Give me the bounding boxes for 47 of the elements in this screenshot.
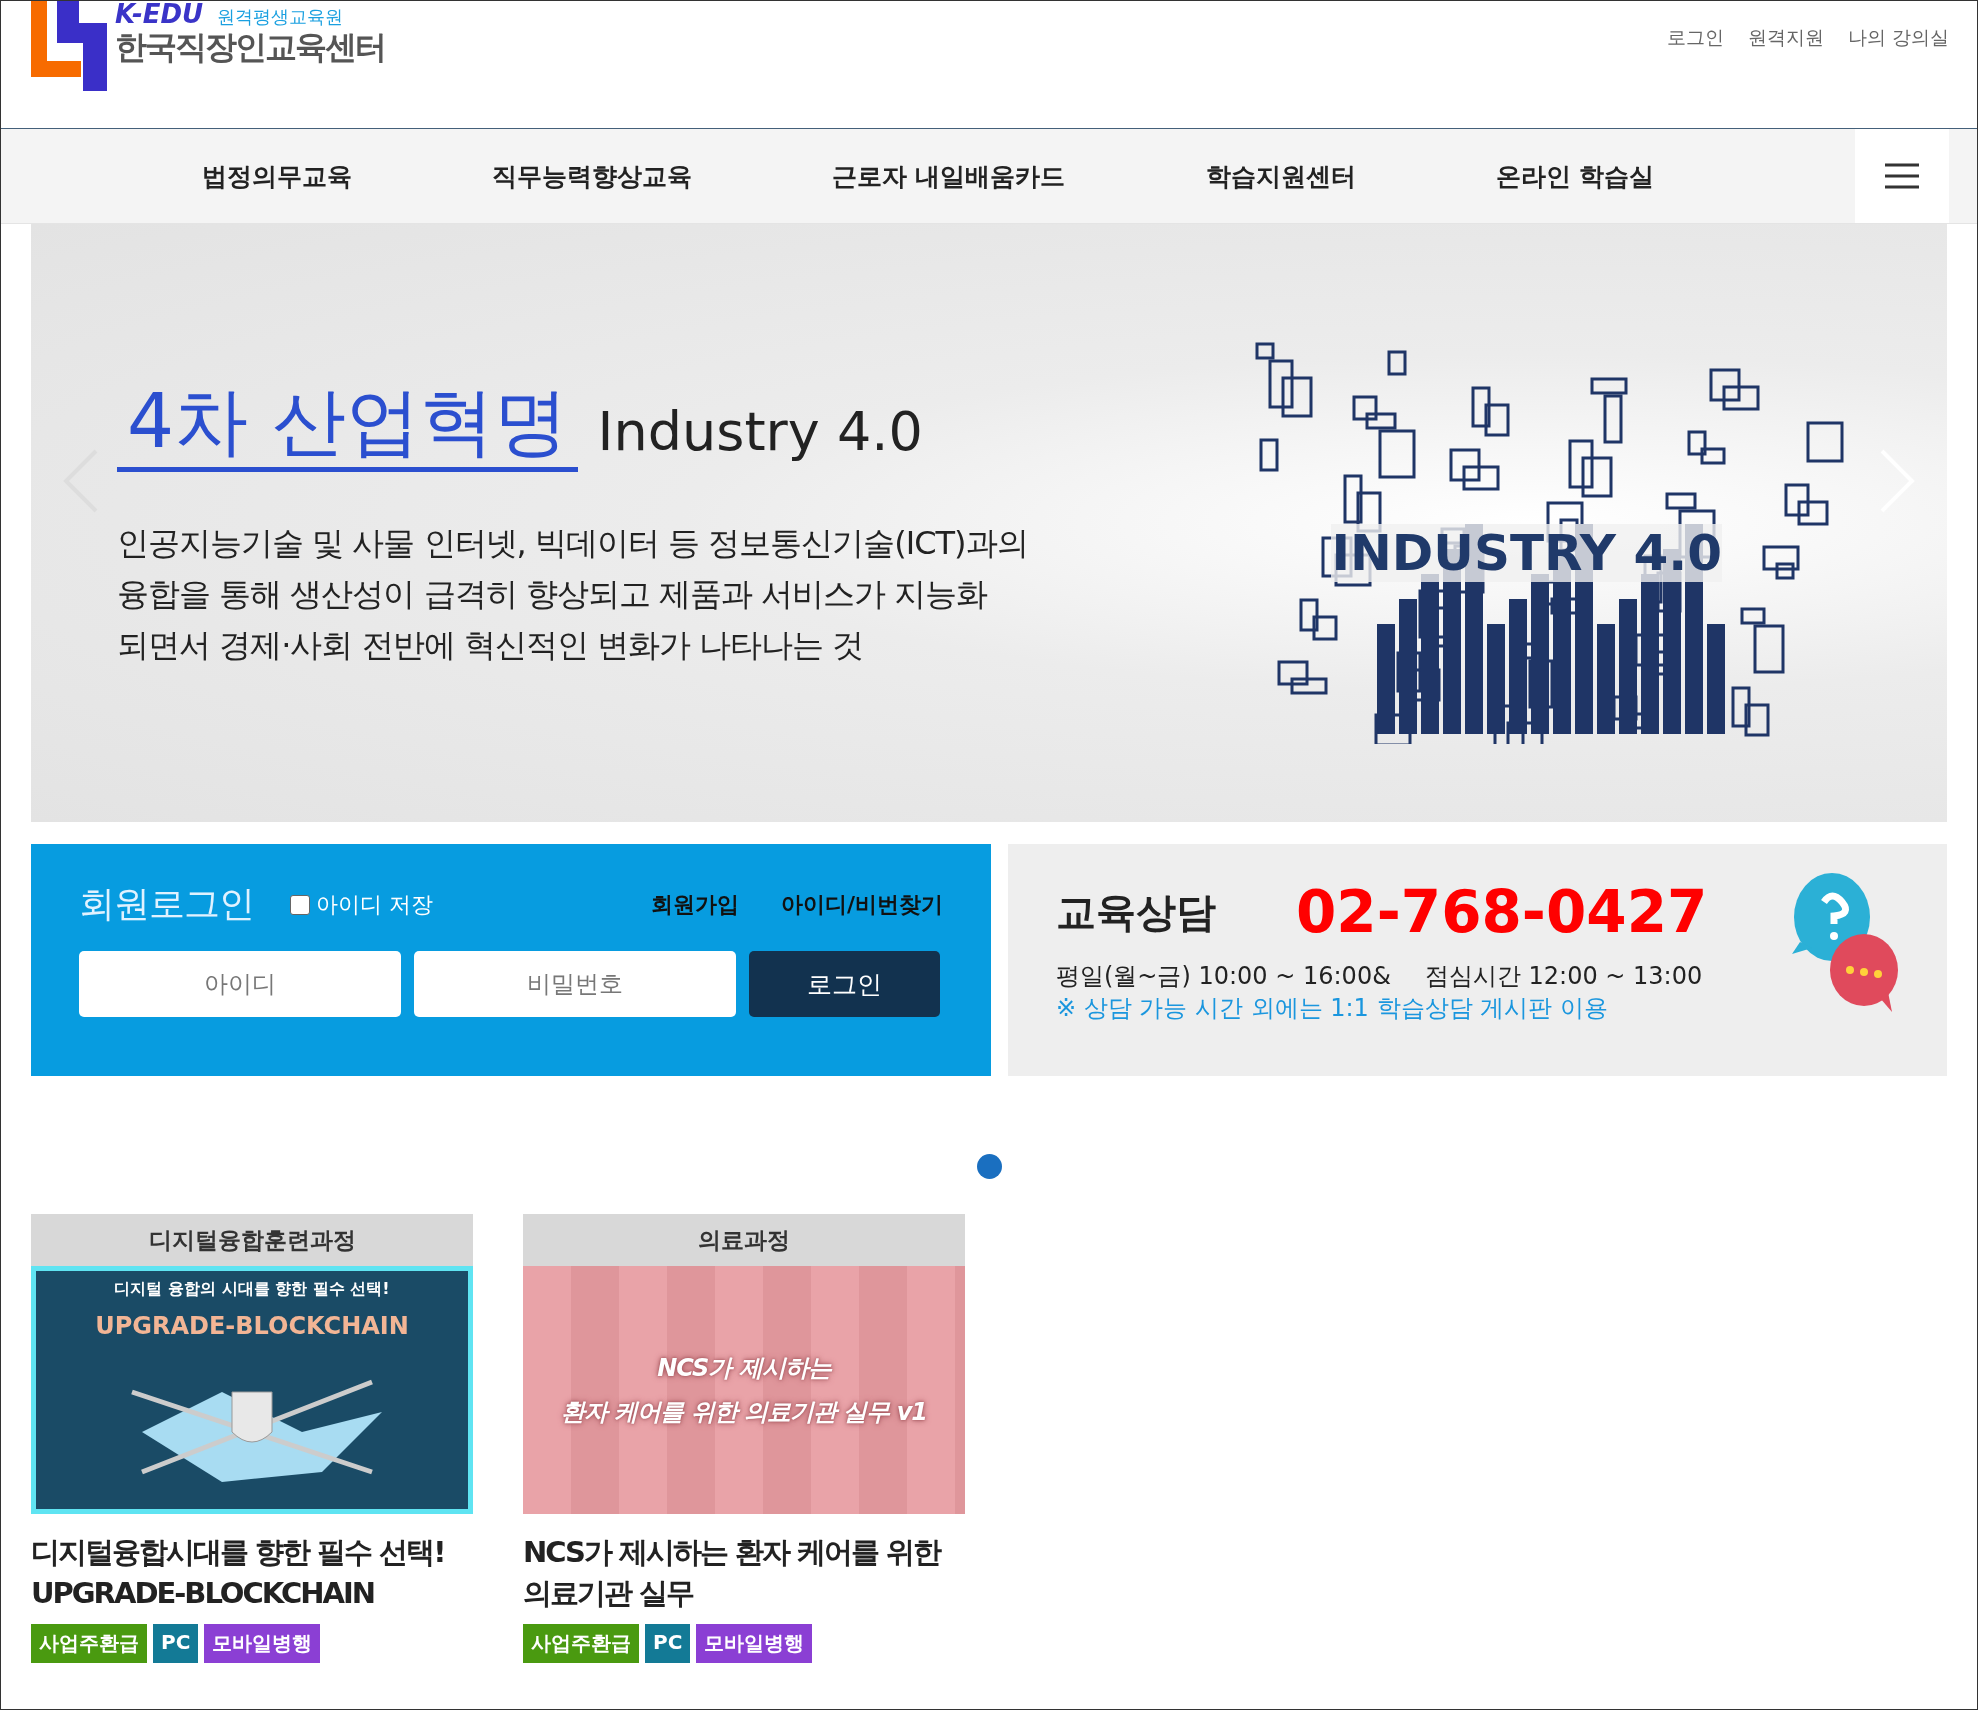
- thumbnail-text: UPGRADE-BLOCKCHAIN: [95, 1312, 409, 1340]
- consult-note: ※ 상담 가능 시간 외에는 1:1 학습상담 게시판 이용: [1056, 993, 1609, 1024]
- id-field[interactable]: 아이디: [79, 951, 401, 1017]
- phone-number: 02-768-0427: [1296, 878, 1708, 946]
- course-tag: 모바일병행: [696, 1624, 813, 1663]
- banner-description: 융합을 통해 생산성이 급격히 향상되고 제품과 서비스가 지능화: [117, 574, 989, 615]
- slide-dot[interactable]: [976, 1154, 1002, 1179]
- banner-description: 되면서 경제·사회 전반에 혁신적인 변화가 나타나는 것: [117, 625, 865, 666]
- logo-brand: K-EDU: [115, 1, 204, 27]
- course-tag: 모바일병행: [204, 1624, 321, 1663]
- login-link[interactable]: 아이디/비번찾기: [780, 889, 943, 920]
- login-title: 회원로그인: [79, 882, 254, 926]
- thumbnail-text: 디지털 융합의 시대를 향한 필수 선택!: [114, 1279, 390, 1300]
- nav-item[interactable]: 학습지원센터: [1135, 159, 1426, 193]
- course-tag: 사업주환급: [31, 1624, 147, 1663]
- thumbnail-text: 환자 케어를 위한 의료기관 실무 v1: [560, 1397, 928, 1428]
- illustration-label: INDUSTRY 4.0: [1331, 524, 1722, 582]
- consult-hours: 평일(월~금) 10:00 ~ 16:00&: [1056, 961, 1391, 992]
- lunch-hours: 점심시간 12:00 ~ 13:00: [1424, 961, 1703, 992]
- course-tag: 사업주환급: [523, 1624, 639, 1663]
- menu-button[interactable]: [1855, 129, 1949, 223]
- logo-icon: [31, 1, 107, 91]
- course-tag: PC: [153, 1624, 199, 1663]
- top-link[interactable]: 원격지원: [1747, 25, 1824, 51]
- top-link[interactable]: 로그인: [1666, 25, 1724, 51]
- course-thumbnail[interactable]: 디지털 융합의 시대를 향한 필수 선택! UPGRADE-BLOCKCHAIN: [31, 1266, 473, 1514]
- menu-icon: [1885, 163, 1919, 189]
- consult-title: 교육상담: [1056, 887, 1216, 937]
- nav-item[interactable]: 근로자 내일배움카드: [761, 159, 1136, 193]
- nav-item[interactable]: 법정의무교육: [131, 159, 422, 193]
- banner-title: 4차 산업혁명: [117, 375, 578, 472]
- logo-name: 한국직장인교육센터: [115, 30, 385, 64]
- course-tag: PC: [645, 1624, 691, 1663]
- course-title[interactable]: NCS가 제시하는 환자 케어를 위한 의료기관 실무: [523, 1532, 965, 1614]
- nav-item[interactable]: 직무능력향상교육: [421, 159, 762, 193]
- logo-subtitle: 원격평생교육원: [217, 5, 344, 29]
- course-title[interactable]: 디지털융합시대를 향한 필수 선택! UPGRADE-BLOCKCHAIN: [31, 1532, 473, 1614]
- banner-subtitle: Industry 4.0: [597, 399, 923, 465]
- course-category: 의료과정: [523, 1214, 965, 1266]
- top-link[interactable]: 나의 강의실: [1847, 25, 1949, 51]
- banner-description: 인공지능기술 및 사물 인터넷, 빅데이터 등 정보통신기술(ICT)과의: [117, 523, 1029, 564]
- nav-item[interactable]: 온라인 학습실: [1425, 159, 1725, 193]
- login-link[interactable]: 회원가입: [650, 889, 739, 920]
- password-field[interactable]: 비밀번호: [414, 951, 736, 1017]
- login-button[interactable]: 로그인: [749, 951, 940, 1017]
- thumbnail-text: NCS가 제시하는: [657, 1353, 831, 1384]
- course-category: 디지털융합훈련과정: [31, 1214, 473, 1266]
